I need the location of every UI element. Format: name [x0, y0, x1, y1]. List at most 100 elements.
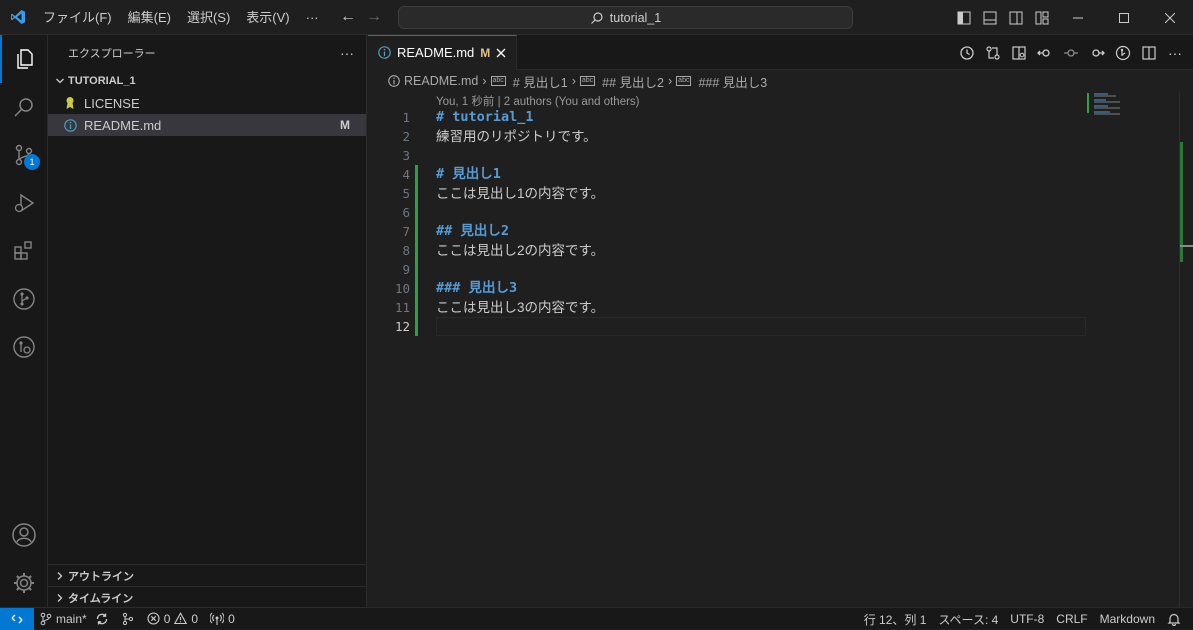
maximize-icon[interactable] [1101, 0, 1147, 35]
explorer-more-actions-icon[interactable]: ··· [340, 45, 354, 61]
commit-icon[interactable] [1061, 43, 1081, 63]
language-mode-status[interactable]: Markdown [1094, 608, 1161, 630]
sync-icon[interactable] [95, 612, 109, 626]
menu-bar: ファイル(F) 編集(E) 選択(S) 表示(V) ··· [35, 0, 327, 35]
ports-status[interactable]: 0 [204, 608, 241, 630]
navigation-arrows: ← → [340, 8, 382, 26]
extensions-icon[interactable] [0, 227, 48, 275]
source-control-icon[interactable]: 1 [0, 131, 48, 179]
code-line[interactable]: ここは見出し3の内容です。 [436, 298, 1086, 317]
menu-more[interactable]: ··· [298, 0, 327, 35]
tab-modified-badge: M [480, 45, 491, 60]
branch-status[interactable]: main* [34, 608, 115, 630]
timeline-history-icon[interactable] [957, 43, 977, 63]
code-line[interactable]: # 見出し1 [436, 165, 1086, 184]
search-view-icon[interactable] [0, 83, 48, 131]
code-line-current[interactable] [436, 317, 1086, 336]
toggle-panel-icon[interactable] [977, 0, 1003, 35]
line-number: 9 [402, 262, 410, 277]
breadcrumb-heading-3[interactable]: ### 見出し3 [698, 72, 767, 91]
indentation-status[interactable]: スペース: 4 [932, 608, 1004, 630]
outline-section[interactable]: アウトライン [48, 564, 367, 586]
line-number: 2 [402, 129, 410, 144]
breadcrumb-heading-1[interactable]: # 見出し1 [513, 72, 568, 91]
scrollbar-cursor-marker [1180, 245, 1193, 247]
title-bar-controls [951, 0, 1193, 35]
encoding-status[interactable]: UTF-8 [1004, 608, 1050, 630]
menu-file[interactable]: ファイル(F) [35, 0, 120, 35]
run-debug-icon[interactable] [0, 179, 48, 227]
timeline-section[interactable]: タイムライン [48, 586, 367, 608]
code-line[interactable]: ここは見出し2の内容です。 [436, 241, 1086, 260]
explorer-icon[interactable] [0, 35, 48, 83]
git-added-lines-indicator[interactable] [415, 165, 418, 336]
code-line[interactable] [436, 146, 1086, 165]
menu-view[interactable]: 表示(V) [238, 0, 297, 35]
menu-edit[interactable]: 編集(E) [120, 0, 179, 35]
code-line[interactable]: ### 見出し3 [436, 279, 1086, 298]
remote-indicator-icon[interactable] [0, 607, 34, 630]
status-bar: main* 0 0 0 行 12、列 1 スペース: 4 UTF-8 CRLF … [0, 607, 1193, 630]
code-line[interactable]: ## 見出し2 [436, 222, 1086, 241]
file-item-readme[interactable]: README.md M [48, 114, 366, 136]
customize-layout-icon[interactable] [1029, 0, 1055, 35]
file-name: LICENSE [84, 95, 140, 111]
account-icon[interactable] [0, 511, 48, 559]
blame-codelens[interactable]: You, 1 秒前 | 2 authors (You and others) [436, 93, 640, 109]
back-arrow-icon[interactable]: ← [340, 8, 356, 26]
git-graph-icon[interactable] [0, 275, 48, 323]
vertical-scrollbar[interactable] [1179, 92, 1193, 607]
minimap[interactable] [1086, 92, 1181, 132]
menu-selection[interactable]: 選択(S) [179, 0, 238, 35]
file-item-license[interactable]: LICENSE [48, 92, 366, 114]
breadcrumb-file[interactable]: README.md [404, 74, 478, 88]
git-graph-status-icon[interactable] [115, 608, 141, 630]
code-line[interactable]: 練習用のリポジトリです。 [436, 127, 1086, 146]
line-number: 6 [402, 205, 410, 220]
previous-change-icon[interactable] [1035, 43, 1055, 63]
close-window-icon[interactable] [1147, 0, 1193, 35]
workspace-folder-name: TUTORIAL_1 [68, 75, 136, 87]
minimize-icon[interactable] [1055, 0, 1101, 35]
code-editor[interactable]: # tutorial_1 練習用のリポジトリです。 # 見出し1 ここは見出し1… [436, 108, 1086, 336]
line-number-gutter: 1 2 3 4 5 6 7 8 9 10 11 12 [368, 108, 416, 336]
info-icon [378, 46, 391, 59]
code-line[interactable]: ここは見出し1の内容です。 [436, 184, 1086, 203]
line-number: 11 [394, 300, 410, 315]
problems-status[interactable]: 0 0 [141, 608, 204, 630]
title-bar: ファイル(F) 編集(E) 選択(S) 表示(V) ··· ← → tutori… [0, 0, 1193, 35]
notifications-bell-icon[interactable] [1161, 608, 1187, 630]
breadcrumb-heading-2[interactable]: ## 見出し2 [602, 72, 664, 91]
close-icon[interactable] [496, 48, 506, 58]
open-preview-icon[interactable] [1009, 43, 1029, 63]
code-line[interactable] [436, 260, 1086, 279]
split-editor-icon[interactable] [1139, 43, 1159, 63]
symbol-string-icon: abc [579, 76, 596, 86]
editor-actions: ··· [957, 35, 1185, 70]
next-change-icon[interactable] [1087, 43, 1107, 63]
chevron-right-icon [52, 571, 68, 581]
timeline-label: タイムライン [68, 592, 134, 605]
settings-gear-icon[interactable] [0, 559, 48, 607]
command-center-search[interactable]: tutorial_1 [398, 6, 853, 29]
line-number: 4 [402, 167, 410, 182]
line-number: 7 [402, 224, 410, 239]
workspace-folder[interactable]: TUTORIAL_1 [48, 70, 366, 92]
forward-arrow-icon[interactable]: → [366, 8, 382, 26]
editor-area: README.md M ··· README.md › abc # 見出し1 ›… [368, 34, 1193, 607]
git-history-icon[interactable] [0, 323, 48, 371]
open-changes-icon[interactable] [983, 43, 1003, 63]
toggle-primary-sidebar-icon[interactable] [951, 0, 977, 35]
warning-icon [174, 612, 188, 625]
error-count: 0 [163, 611, 171, 626]
more-actions-icon[interactable]: ··· [1165, 43, 1185, 63]
toggle-secondary-sidebar-icon[interactable] [1003, 0, 1029, 35]
eol-status[interactable]: CRLF [1050, 608, 1093, 630]
chevron-down-icon [52, 76, 68, 86]
explorer-header: エクスプローラー ··· [48, 35, 366, 70]
tab-readme[interactable]: README.md M [368, 34, 518, 70]
code-line[interactable]: # tutorial_1 [436, 108, 1086, 127]
git-lens-icon[interactable] [1113, 43, 1133, 63]
cursor-position[interactable]: 行 12、列 1 [858, 608, 933, 630]
code-line[interactable] [436, 203, 1086, 222]
